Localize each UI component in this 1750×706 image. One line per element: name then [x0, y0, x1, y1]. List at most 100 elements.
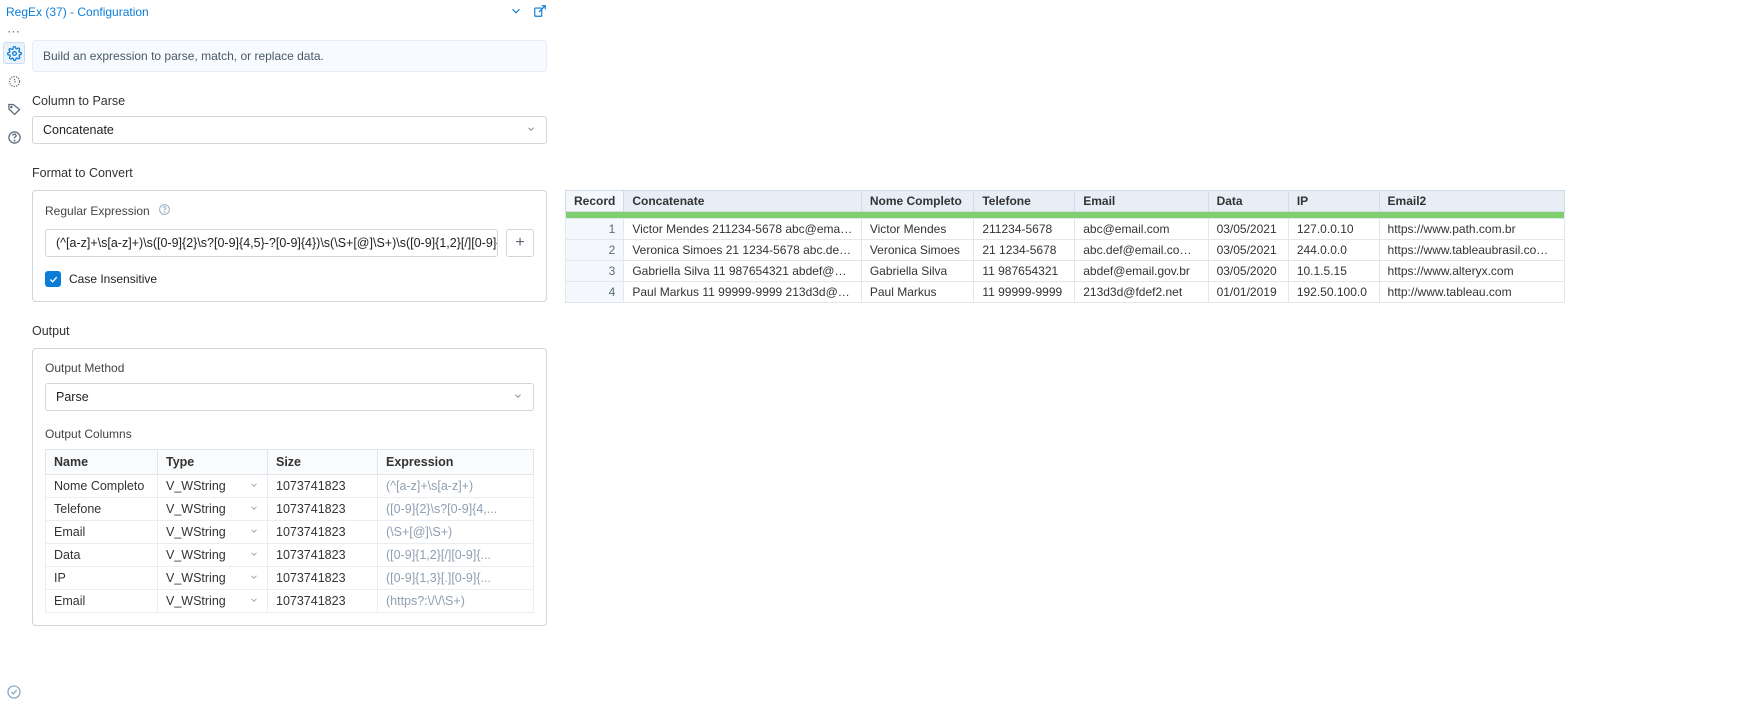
grid-cell-data: 03/05/2021: [1208, 219, 1288, 240]
out-cell-type[interactable]: V_WString: [158, 590, 268, 613]
grid-cell-nome: Paul Markus: [861, 282, 974, 303]
out-cell-type[interactable]: V_WString: [158, 521, 268, 544]
info-bar: Build an expression to parse, match, or …: [32, 40, 547, 72]
grid-th-data[interactable]: Data: [1208, 191, 1288, 212]
panel-body: Build an expression to parse, match, or …: [32, 24, 547, 698]
grid-th-email[interactable]: Email: [1075, 191, 1208, 212]
grid-cell-email: abc.def@email.com.br: [1075, 240, 1208, 261]
add-button[interactable]: +: [506, 229, 534, 257]
grid-cell-email2: https://www.alteryx.com: [1379, 261, 1564, 282]
out-row: EmailV_WString1073741823(https?:\/\/\S+): [46, 590, 534, 613]
grid-cell-data: 03/05/2021: [1208, 240, 1288, 261]
grid-cell-ip: 10.1.5.15: [1288, 261, 1379, 282]
output-method-label: Output Method: [45, 361, 534, 375]
tag-icon[interactable]: [3, 98, 25, 120]
chevron-down-icon: [249, 594, 259, 608]
chevron-down-icon: [249, 479, 259, 493]
out-cell-size[interactable]: 1073741823: [268, 475, 378, 498]
out-cell-name[interactable]: Nome Completo: [46, 475, 158, 498]
column-to-parse-select[interactable]: Concatenate: [32, 116, 547, 144]
out-cell-size[interactable]: 1073741823: [268, 521, 378, 544]
grid-row[interactable]: 2Veronica Simoes 21 1234-5678 abc.def@em…: [566, 240, 1565, 261]
out-cell-name[interactable]: Data: [46, 544, 158, 567]
out-cell-expr: (\S+[@]\S+): [378, 521, 534, 544]
grid-cell-concat: Gabriella Silva 11 987654321 abdef@email…: [624, 261, 862, 282]
config-panel: RegEx (37) - Configuration ⋯ Build an ex…: [0, 0, 553, 706]
grid-cell-concat: Paul Markus 11 99999-9999 213d3d@fdef2.n…: [624, 282, 862, 303]
grid-th-ip[interactable]: IP: [1288, 191, 1379, 212]
grid-cell-tel: 211234-5678: [974, 219, 1075, 240]
panel-title: RegEx (37) - Configuration: [6, 5, 509, 19]
out-cell-size[interactable]: 1073741823: [268, 590, 378, 613]
out-cell-type[interactable]: V_WString: [158, 567, 268, 590]
help-icon[interactable]: [158, 203, 171, 219]
out-row: Nome CompletoV_WString1073741823(^[a-z]+…: [46, 475, 534, 498]
out-cell-name[interactable]: Email: [46, 590, 158, 613]
grid-th-record[interactable]: Record: [566, 191, 624, 212]
format-to-convert-label: Format to Convert: [32, 166, 547, 180]
grid-cell-ip: 244.0.0.0: [1288, 240, 1379, 261]
output-card: Output Method Parse Output Columns Name …: [32, 348, 547, 626]
out-cell-size[interactable]: 1073741823: [268, 498, 378, 521]
grid-cell-tel: 11 987654321: [974, 261, 1075, 282]
refresh-icon[interactable]: [3, 70, 25, 92]
grid-th-nome[interactable]: Nome Completo: [861, 191, 974, 212]
out-cell-type[interactable]: V_WString: [158, 475, 268, 498]
grid-th-email2[interactable]: Email2: [1379, 191, 1564, 212]
grid-cell-email2: http://www.tableau.com: [1379, 282, 1564, 303]
chevron-down-icon: [526, 123, 536, 137]
checkmark-icon: [6, 684, 22, 700]
out-row: DataV_WString1073741823([0-9]{1,2}[/][0-…: [46, 544, 534, 567]
out-cell-size[interactable]: 1073741823: [268, 544, 378, 567]
grid-cell-tel: 11 99999-9999: [974, 282, 1075, 303]
grid-row[interactable]: 4Paul Markus 11 99999-9999 213d3d@fdef2.…: [566, 282, 1565, 303]
out-th-type[interactable]: Type: [158, 450, 268, 475]
grid-cell-record: 4: [566, 282, 624, 303]
out-cell-name[interactable]: Telefone: [46, 498, 158, 521]
panel-header: RegEx (37) - Configuration: [0, 0, 553, 24]
out-cell-type[interactable]: V_WString: [158, 498, 268, 521]
chevron-down-icon: [249, 525, 259, 539]
drag-handle-icon[interactable]: ⋯: [7, 28, 21, 36]
popout-icon[interactable]: [533, 4, 547, 21]
case-insensitive-checkbox[interactable]: [45, 271, 61, 287]
out-row: EmailV_WString1073741823(\S+[@]\S+): [46, 521, 534, 544]
out-cell-size[interactable]: 1073741823: [268, 567, 378, 590]
grid-cell-nome: Gabriella Silva: [861, 261, 974, 282]
regex-input[interactable]: (^[a-z]+\s[a-z]+)\s([0-9]{2}\s?[0-9]{4,5…: [45, 229, 498, 257]
grid-cell-record: 2: [566, 240, 624, 261]
regex-label: Regular Expression: [45, 204, 150, 218]
grid-row[interactable]: 1Victor Mendes 211234-5678 abc@email.com…: [566, 219, 1565, 240]
grid-cell-data: 01/01/2019: [1208, 282, 1288, 303]
grid-th-tel[interactable]: Telefone: [974, 191, 1075, 212]
out-th-size[interactable]: Size: [268, 450, 378, 475]
help-icon[interactable]: [3, 126, 25, 148]
out-cell-type[interactable]: V_WString: [158, 544, 268, 567]
output-method-select[interactable]: Parse: [45, 383, 534, 411]
grid-cell-email: abc@email.com: [1075, 219, 1208, 240]
format-card: Regular Expression (^[a-z]+\s[a-z]+)\s([…: [32, 190, 547, 302]
out-row: IPV_WString1073741823([0-9]{1,3}[.][0-9]…: [46, 567, 534, 590]
output-method-value: Parse: [56, 390, 89, 404]
grid-cell-concat: Victor Mendes 211234-5678 abc@email.com …: [624, 219, 862, 240]
out-cell-expr: ([0-9]{1,2}[/][0-9]{...: [378, 544, 534, 567]
out-cell-expr: ([0-9]{2}\s?[0-9]{4,...: [378, 498, 534, 521]
out-cell-name[interactable]: Email: [46, 521, 158, 544]
grid-row[interactable]: 3Gabriella Silva 11 987654321 abdef@emai…: [566, 261, 1565, 282]
grid-cell-record: 1: [566, 219, 624, 240]
grid-cell-email2: https://www.tableaubrasil.com.br: [1379, 240, 1564, 261]
grid-th-concat[interactable]: Concatenate: [624, 191, 862, 212]
collapse-icon[interactable]: [509, 4, 523, 21]
grid-cell-email: abdef@email.gov.br: [1075, 261, 1208, 282]
out-th-expr[interactable]: Expression: [378, 450, 534, 475]
out-th-name[interactable]: Name: [46, 450, 158, 475]
column-to-parse-label: Column to Parse: [32, 94, 547, 108]
results-grid: Record Concatenate Nome Completo Telefon…: [565, 190, 1565, 303]
grid-cell-email: 213d3d@fdef2.net: [1075, 282, 1208, 303]
chevron-down-icon: [249, 571, 259, 585]
out-cell-name[interactable]: IP: [46, 567, 158, 590]
output-label: Output: [32, 324, 547, 338]
chevron-down-icon: [513, 390, 523, 404]
case-insensitive-label: Case Insensitive: [69, 272, 157, 286]
config-icon[interactable]: [3, 42, 25, 64]
